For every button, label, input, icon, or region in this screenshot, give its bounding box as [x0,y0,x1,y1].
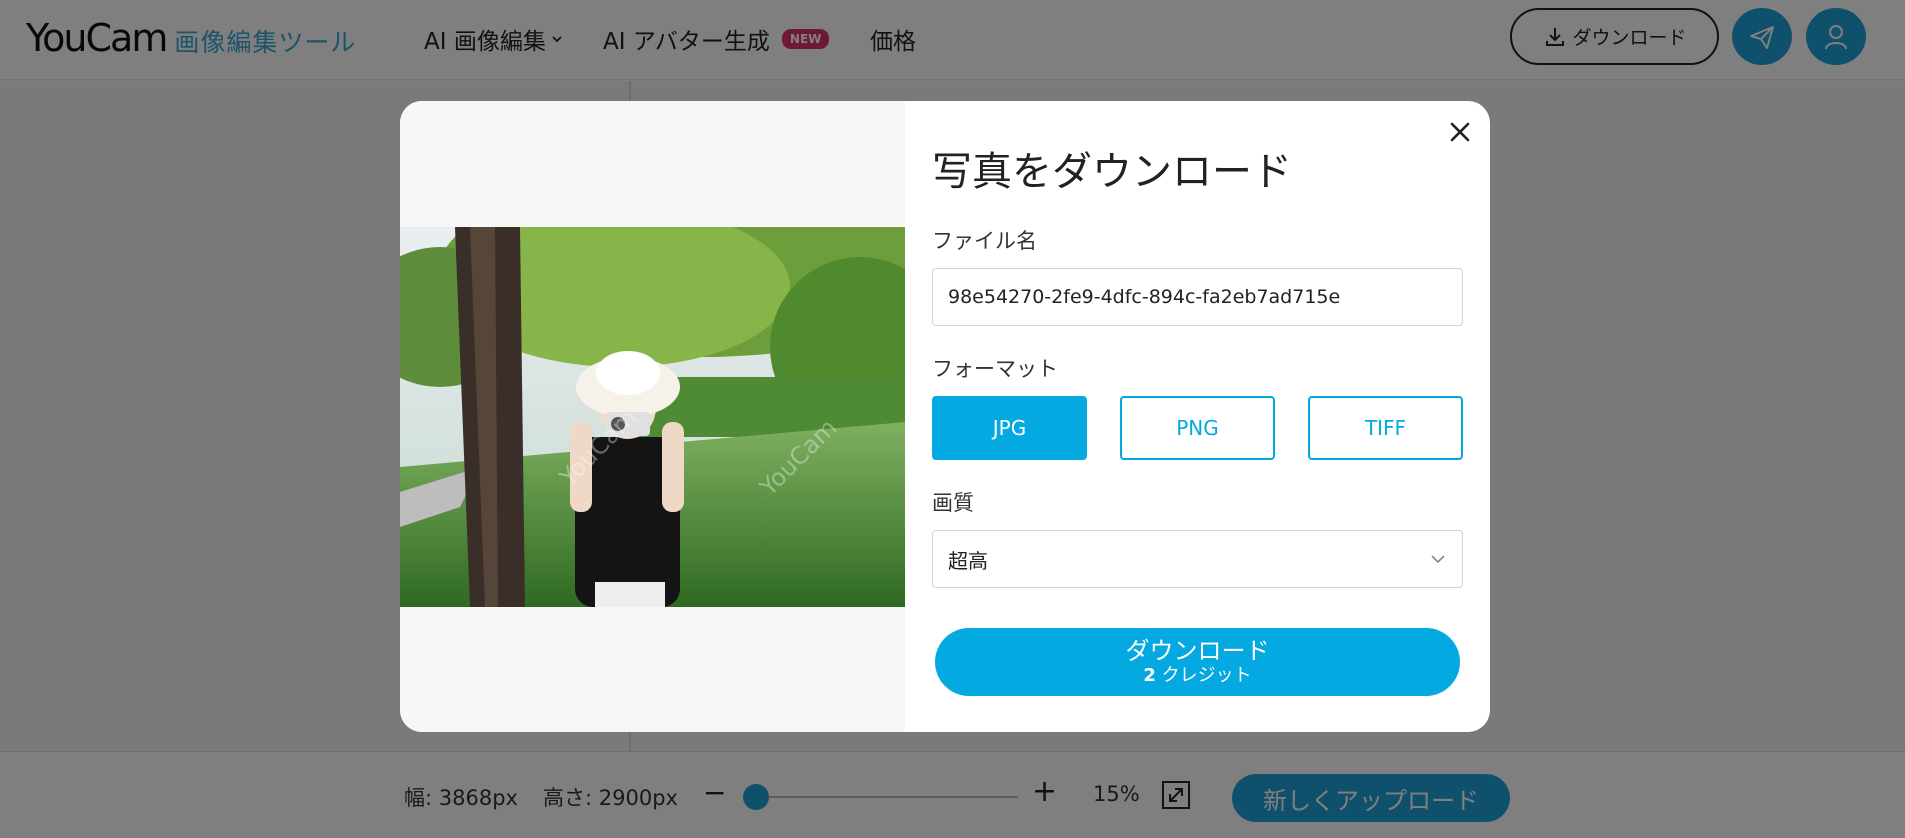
download-dialog: YouCam YouCam 写真をダウンロード ファイル名 フォーマット JPG… [400,101,1490,732]
quality-label: 画質 [932,491,974,515]
image-preview-pane: YouCam YouCam [400,101,905,732]
close-icon[interactable] [1445,117,1475,147]
download-credit-cost: 2 クレジット [1143,665,1251,687]
quality-select-value: 超高 [948,548,988,573]
download-button[interactable]: ダウンロード 2 クレジット [935,628,1460,696]
format-label: フォーマット [932,357,1058,381]
download-button-label: ダウンロード [1125,637,1270,665]
format-png-button[interactable]: PNG [1120,396,1275,460]
quality-select[interactable]: 超高 [932,530,1463,588]
format-jpg-button[interactable]: JPG [932,396,1087,460]
file-name-label: ファイル名 [932,229,1037,253]
format-tiff-button[interactable]: TIFF [1308,396,1463,460]
dialog-title: 写真をダウンロード [932,149,1292,195]
credit-count: 2 [1143,665,1156,686]
file-name-input[interactable] [932,268,1463,326]
credit-label: クレジット [1161,665,1252,686]
photo-preview: YouCam YouCam [400,227,905,607]
chevron-down-icon [1431,555,1445,564]
